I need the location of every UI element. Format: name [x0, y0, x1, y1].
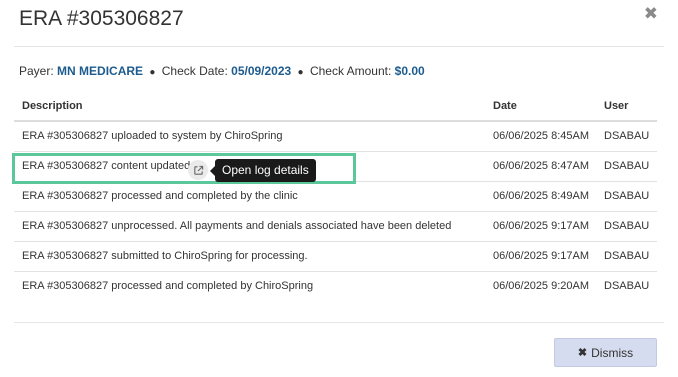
table-header: Description Date User — [14, 92, 657, 122]
header-divider — [14, 46, 664, 47]
table-row: ERA #305306827 unprocessed. All payments… — [14, 212, 657, 242]
row-description: ERA #305306827 unprocessed. All payments… — [22, 220, 452, 232]
row-date: 06/06/2025 9:17AM — [493, 250, 590, 262]
table-row: ERA #305306827 uploaded to system by Chi… — [14, 122, 657, 152]
row-date: 06/06/2025 8:47AM — [493, 160, 590, 172]
row-description: ERA #305306827 processed and completed b… — [22, 190, 298, 202]
row-description: ERA #305306827 processed and completed b… — [22, 280, 314, 292]
table-row: ERA #305306827 submitted to ChiroSpring … — [14, 242, 657, 272]
column-header-date[interactable]: Date — [493, 92, 517, 120]
era-log-modal: ERA #305306827 ✖ Payer: MN MEDICARE ● Ch… — [0, 0, 678, 377]
modal-title: ERA #305306827 — [19, 7, 184, 30]
close-icon[interactable]: ✖ — [644, 4, 658, 24]
row-user: DSABAU — [604, 130, 650, 142]
column-header-description[interactable]: Description — [22, 92, 83, 120]
row-date: 06/06/2025 9:20AM — [493, 280, 590, 292]
separator-dot: ● — [149, 67, 156, 78]
payer-label: Payer: — [19, 64, 54, 78]
open-log-details-button[interactable] — [188, 160, 208, 180]
log-table: Description Date User ERA #305306827 upl… — [14, 92, 657, 301]
check-date-label: Check Date: — [161, 64, 228, 78]
row-user: DSABAU — [604, 160, 650, 172]
row-user: DSABAU — [604, 220, 650, 232]
check-amount-label: Check Amount: — [309, 64, 392, 78]
external-link-icon — [193, 165, 203, 175]
footer-divider — [14, 322, 664, 323]
dismiss-button[interactable]: ✖ Dismiss — [554, 338, 657, 367]
row-user: DSABAU — [604, 250, 650, 262]
row-user: DSABAU — [604, 280, 650, 292]
row-description: ERA #305306827 submitted to ChiroSpring … — [22, 250, 308, 262]
row-description: ERA #305306827 content updated — [22, 160, 191, 172]
payer-value: MN MEDICARE — [57, 64, 144, 78]
separator-dot: ● — [297, 67, 304, 78]
table-row: ERA #305306827 processed and completed b… — [14, 182, 657, 212]
row-date: 06/06/2025 8:45AM — [493, 130, 590, 142]
row-description: ERA #305306827 uploaded to system by Chi… — [22, 130, 283, 142]
table-row: ERA #305306827 content updated 06/06/202… — [14, 152, 657, 182]
row-date: 06/06/2025 9:17AM — [493, 220, 590, 232]
close-icon: ✖ — [577, 347, 588, 359]
check-amount-value: $0.00 — [394, 64, 425, 78]
row-date: 06/06/2025 8:49AM — [493, 190, 590, 202]
tooltip-open-log-details: Open log details — [210, 159, 316, 182]
table-row: ERA #305306827 processed and completed b… — [14, 272, 657, 301]
check-date-value: 05/09/2023 — [231, 64, 292, 78]
dismiss-label: Dismiss — [591, 345, 634, 360]
era-summary: Payer: MN MEDICARE ● Check Date: 05/09/2… — [19, 64, 425, 78]
column-header-user[interactable]: User — [604, 92, 628, 120]
row-user: DSABAU — [604, 190, 650, 202]
